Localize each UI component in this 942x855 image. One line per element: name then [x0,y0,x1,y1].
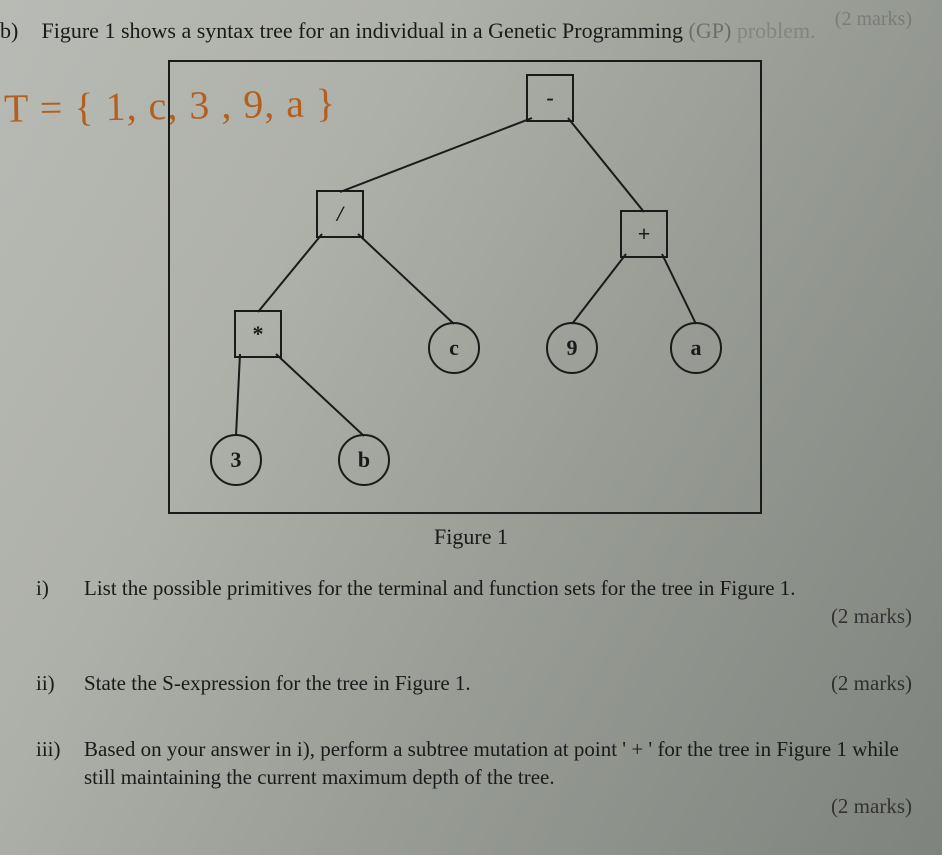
figure-1-box: - / + * c 9 a 3 b [168,60,762,514]
question-iii-marks: (2 marks) [84,792,912,820]
question-i-text: List the possible primitives for the ter… [84,576,796,600]
question-ii-marks: (2 marks) [831,669,912,697]
part-b-number: b) [0,18,36,44]
node-label: / [337,201,343,227]
part-b-text-faded-2: problem. [737,18,816,43]
node-plus: + [620,210,668,258]
question-i-number: i) [36,574,76,602]
question-ii: ii) State the S-expression for the tree … [36,669,912,697]
node-multiply: * [234,310,282,358]
part-b-text-faded-1: (GP) [689,18,737,43]
node-label: b [358,447,370,473]
question-ii-text: State the S-expression for the tree in F… [84,669,471,697]
node-label: c [449,335,459,361]
question-iii-text: Based on your answer in i), perform a su… [84,737,899,789]
node-label: * [253,321,264,347]
node-label: a [691,335,702,361]
question-part-b-stem: b) Figure 1 shows a syntax tree for an i… [0,18,816,44]
node-label: 9 [567,335,578,361]
part-b-text: Figure 1 shows a syntax tree for an indi… [42,18,689,43]
sub-questions: i) List the possible primitives for the … [36,574,912,855]
node-label: 3 [231,447,242,473]
node-root-minus: - [526,74,574,122]
node-label: - [546,85,553,111]
question-ii-number: ii) [36,669,76,697]
tree-edges [170,62,760,512]
question-i-marks: (2 marks) [84,602,912,630]
node-terminal-9: 9 [546,322,598,374]
node-terminal-b: b [338,434,390,486]
page: (2 marks) b) Figure 1 shows a syntax tre… [0,0,942,855]
figure-1-caption: Figure 1 [0,524,942,550]
node-terminal-a: a [670,322,722,374]
node-divide: / [316,190,364,238]
question-i: i) List the possible primitives for the … [36,574,912,631]
top-right-marks: (2 marks) [835,8,912,31]
question-iii-number: iii) [36,735,76,763]
node-terminal-3: 3 [210,434,262,486]
node-terminal-c: c [428,322,480,374]
node-label: + [638,221,651,247]
question-iii: iii) Based on your answer in i), perform… [36,735,912,820]
